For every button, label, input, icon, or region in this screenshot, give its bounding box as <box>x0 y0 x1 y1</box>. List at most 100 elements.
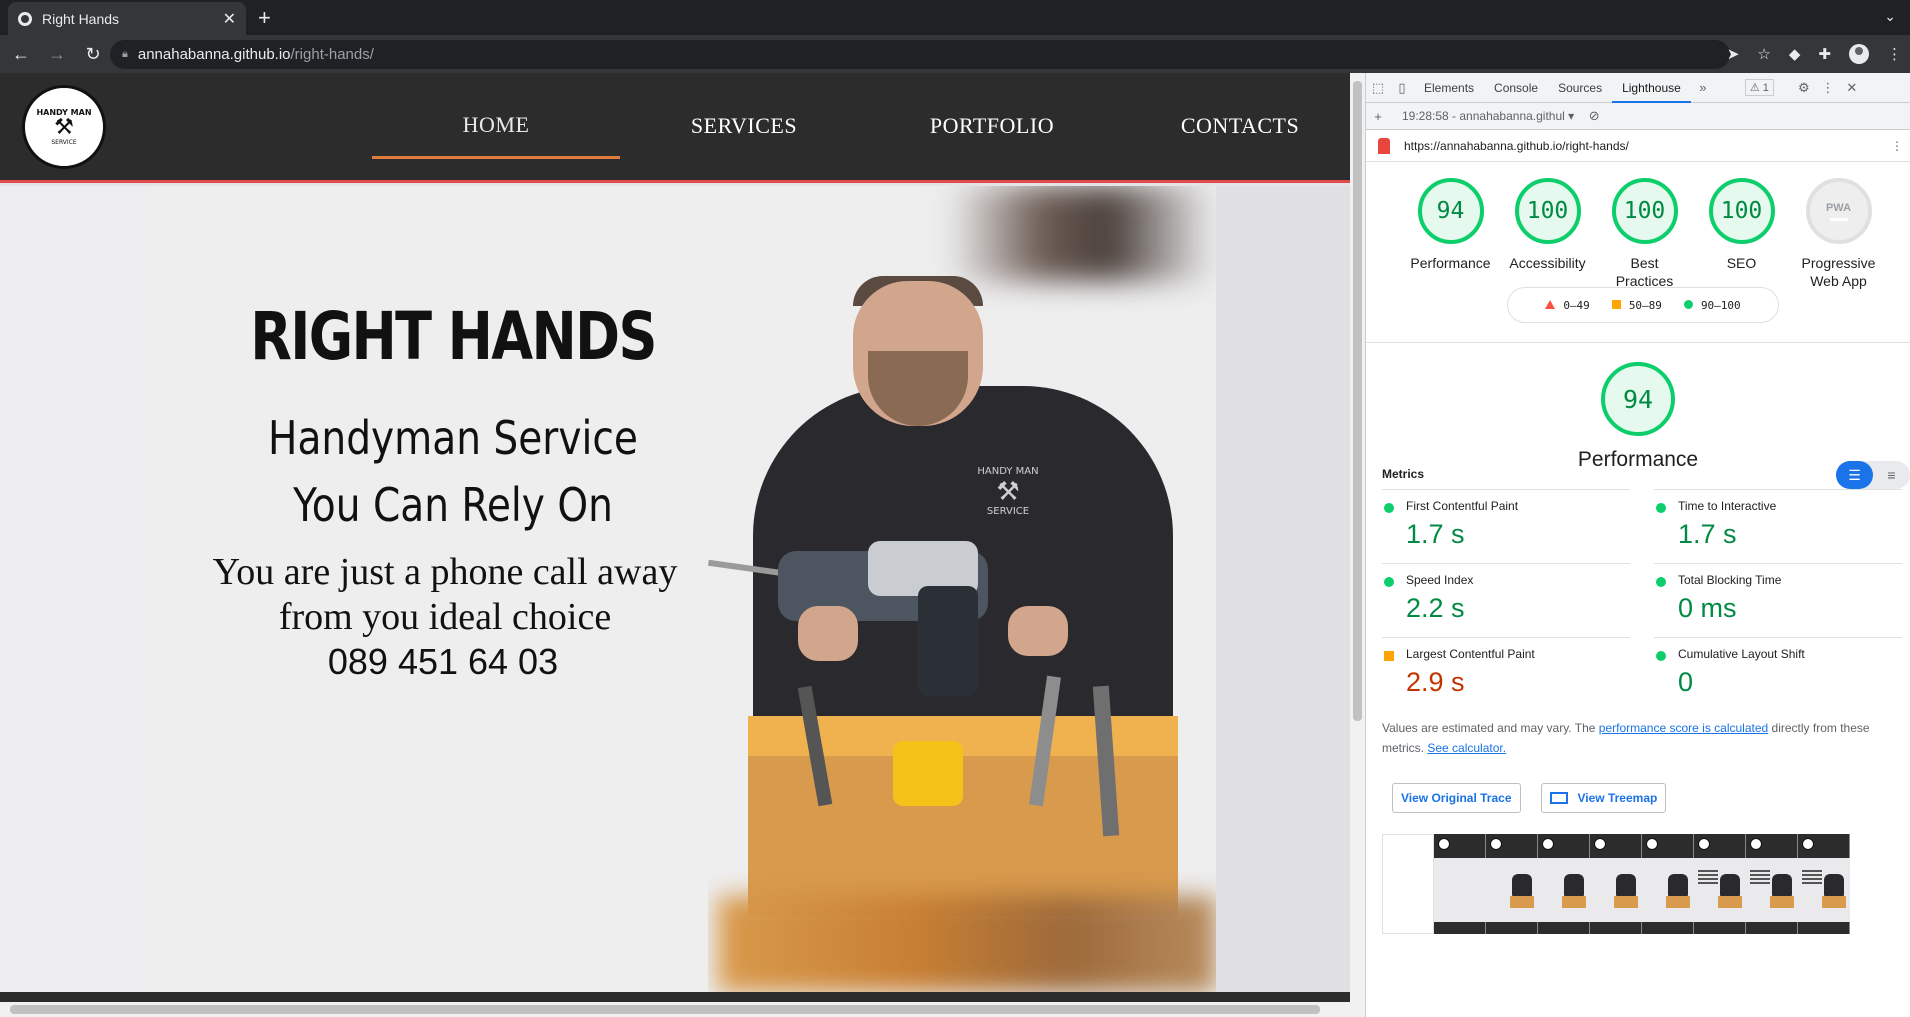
hero-tagline-1: Handyman Service <box>268 411 638 465</box>
hero-tagline-2: You Can Rely On <box>293 478 613 532</box>
handyman-photo: HANDY MAN ⚒ SERVICE <box>708 186 1216 992</box>
new-report-icon[interactable]: + <box>1366 109 1390 124</box>
clear-reports-icon[interactable]: ⊘ <box>1582 108 1606 124</box>
menu-kebab-icon[interactable]: ⋮ <box>1887 45 1902 63</box>
tab-strip: Right Hands ✕ + ⌄ <box>0 0 1910 35</box>
devtools-tab-elements[interactable]: Elements <box>1414 73 1484 103</box>
report-menu-icon[interactable]: ⋮ <box>1891 139 1903 153</box>
new-tab-icon[interactable]: + <box>258 5 271 31</box>
metric-name: Total Blocking Time <box>1678 573 1782 587</box>
close-tab-icon[interactable]: ✕ <box>223 9 236 29</box>
vertical-scrollbar[interactable] <box>1350 73 1365 1017</box>
devtools-tab-console[interactable]: Console <box>1484 73 1548 103</box>
hero-brand: RIGHT HANDS <box>250 298 657 375</box>
compact-view-icon[interactable]: ☰ <box>1836 461 1873 489</box>
settings-gear-icon[interactable]: ⚙ <box>1792 80 1816 96</box>
more-tabs-icon[interactable]: » <box>1691 80 1715 95</box>
hoodie-logo-bottom: SERVICE <box>986 506 1030 517</box>
url-host: annahabanna.github.io <box>137 46 291 63</box>
forward-icon[interactable]: → <box>42 44 72 65</box>
metric-value: 2.9 s <box>1406 667 1465 697</box>
view-original-trace-button[interactable]: View Original Trace <box>1392 783 1521 813</box>
legend-pass: 90–100 <box>1683 298 1741 312</box>
hero-call-line-1: You are just a phone call away <box>212 551 678 593</box>
device-toolbar-icon[interactable]: ▯ <box>1390 80 1414 96</box>
site-header: HANDY MAN ⚒ SERVICE HOME SERVICES PORTFO… <box>0 73 1350 183</box>
report-selector[interactable]: 19:28:58 - annahabanna.githul ▾ <box>1402 109 1574 123</box>
site-nav: HOME SERVICES PORTFOLIO CONTACTS <box>372 73 1350 183</box>
site-logo[interactable]: HANDY MAN ⚒ SERVICE <box>22 85 106 169</box>
pass-circle-icon <box>1656 651 1666 661</box>
horizontal-scroll-thumb[interactable] <box>10 1005 1320 1014</box>
devtools-tab-lighthouse[interactable]: Lighthouse <box>1612 73 1691 103</box>
nav-portfolio[interactable]: PORTFOLIO <box>868 73 1116 183</box>
filmstrip-frame <box>1642 834 1694 934</box>
profile-avatar-icon[interactable] <box>1849 44 1869 64</box>
legend-fail: 0–49 <box>1545 299 1590 312</box>
devtools-menu-icon[interactable]: ⋮ <box>1816 80 1840 96</box>
gauge-best-practices[interactable]: 100 Best Practices <box>1596 178 1693 290</box>
metric-cls: Cumulative Layout Shift 0 <box>1654 637 1902 711</box>
filmstrip-frame <box>1694 834 1746 934</box>
view-treemap-button[interactable]: View Treemap <box>1540 783 1667 813</box>
extension-color-icon[interactable]: ◆ <box>1789 45 1801 63</box>
metric-tbt: Total Blocking Time 0 ms <box>1654 563 1902 637</box>
nav-contacts[interactable]: CONTACTS <box>1116 73 1350 183</box>
bookmark-star-icon[interactable]: ☆ <box>1757 45 1770 63</box>
report-selector-label: 19:28:58 - annahabanna.githul <box>1402 109 1565 123</box>
metrics-view-toggle[interactable]: ☰ ≡ <box>1836 461 1910 489</box>
back-icon[interactable]: ← <box>6 44 36 65</box>
score-calculated-link[interactable]: performance score is calculated <box>1599 721 1768 735</box>
section-divider <box>1366 342 1910 343</box>
hero-call-text: You are just a phone call away from you … <box>182 550 708 640</box>
photo-blur-top <box>948 186 1216 281</box>
expanded-view-icon[interactable]: ≡ <box>1873 461 1910 489</box>
gauge-performance[interactable]: 94 Performance <box>1402 178 1499 290</box>
close-devtools-icon[interactable]: ✕ <box>1840 80 1864 96</box>
pwa-badge-icon: PWA <box>1805 178 1872 244</box>
gauge-pwa-label: Progressive Web App <box>1801 255 1876 289</box>
note-prefix: Values are estimated and may vary. The <box>1382 721 1599 735</box>
metric-fcp: First Contentful Paint 1.7 s <box>1382 489 1630 563</box>
legend-average: 50–89 <box>1611 298 1662 312</box>
browser-tab[interactable]: Right Hands ✕ <box>8 2 246 35</box>
metric-name: Time to Interactive <box>1678 499 1777 513</box>
filmstrip <box>1382 834 1902 934</box>
gauge-accessibility-label: Accessibility <box>1509 255 1586 271</box>
metrics-note: Values are estimated and may vary. The p… <box>1382 718 1902 758</box>
lighthouse-logo-icon <box>1378 137 1390 154</box>
horizontal-scrollbar[interactable] <box>0 1002 1350 1017</box>
nav-services[interactable]: SERVICES <box>620 73 868 183</box>
reload-icon[interactable]: ↻ <box>78 44 108 65</box>
warning-badge[interactable]: ⚠ 1 <box>1744 79 1774 96</box>
pass-circle-icon <box>1656 577 1666 587</box>
gauge-seo-label: SEO <box>1726 255 1757 271</box>
gauge-accessibility[interactable]: 100 Accessibility <box>1499 178 1596 290</box>
devtools-tab-sources[interactable]: Sources <box>1548 73 1612 103</box>
puzzle-icon[interactable]: ✚ <box>1818 45 1831 63</box>
legend-average-range: 50–89 <box>1628 298 1662 312</box>
performance-main-score: 94 <box>1601 362 1675 436</box>
see-calculator-link[interactable]: See calculator. <box>1427 741 1506 755</box>
address-bar[interactable]: 🔒︎ annahabanna.github.io/right-hands/ <box>110 40 1730 69</box>
url-path: /right-hands/ <box>290 46 374 63</box>
gauge-pwa[interactable]: PWA Progressive Web App <box>1790 178 1887 290</box>
globe-icon <box>18 11 32 26</box>
nav-home[interactable]: HOME <box>372 73 620 159</box>
gauge-seo[interactable]: 100 SEO <box>1693 178 1790 290</box>
inspect-element-icon[interactable]: ⬚ <box>1366 80 1390 96</box>
metric-value: 0 ms <box>1678 593 1737 623</box>
legend-pass-range: 90–100 <box>1700 298 1741 312</box>
gauge-accessibility-score: 100 <box>1514 178 1581 244</box>
report-url[interactable]: https://annahabanna.github.io/right-hand… <box>1404 139 1629 153</box>
tab-search-icon[interactable]: ⌄ <box>1884 8 1896 25</box>
wrench-hammer-icon: ⚒ <box>54 115 74 140</box>
send-icon[interactable]: ➤ <box>1727 45 1740 63</box>
hero-call-line-2: from you ideal choice <box>278 596 612 638</box>
vertical-scroll-thumb[interactable] <box>1353 81 1362 721</box>
filmstrip-frame <box>1746 834 1798 934</box>
pass-circle-icon <box>1656 503 1666 513</box>
hero-banner: RIGHT HANDS Handyman Service You Can Rel… <box>148 186 1216 992</box>
devtools-tabbar: ⬚ ▯ Elements Console Sources Lighthouse … <box>1366 73 1910 103</box>
legend-fail-range: 0–49 <box>1563 298 1590 312</box>
